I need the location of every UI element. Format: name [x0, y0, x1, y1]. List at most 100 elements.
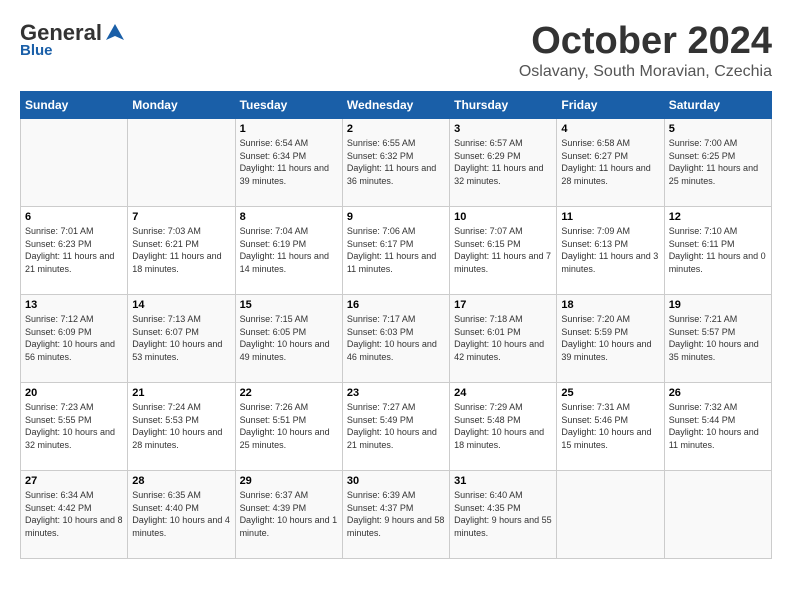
day-info: Sunrise: 7:04 AM Sunset: 6:19 PM Dayligh…: [240, 225, 338, 275]
calendar-day-30: 30Sunrise: 6:39 AM Sunset: 4:37 PM Dayli…: [342, 471, 449, 559]
logo: General Blue: [20, 20, 126, 59]
calendar-day-8: 8 Sunrise: 7:04 AM Sunset: 6:19 PM Daylig…: [235, 207, 342, 295]
weekday-header-friday: Friday: [557, 92, 664, 119]
day-number: 23: [347, 387, 445, 399]
day-info: Sunrise: 7:21 AM Sunset: 5:57 PM Dayligh…: [669, 313, 767, 363]
day-number: 18: [561, 299, 659, 311]
day-info: Sunrise: 6:35 AM Sunset: 4:40 PM Dayligh…: [132, 489, 230, 539]
calendar-day-12: 12 Sunrise: 7:10 AM Sunset: 6:11 PM Dayli…: [664, 207, 771, 295]
day-number: 9: [347, 211, 445, 223]
calendar-week-row: 6 Sunrise: 7:01 AM Sunset: 6:23 PM Daylig…: [21, 207, 772, 295]
calendar-day-22: 22 Sunrise: 7:26 AM Sunset: 5:51 PM Dayli…: [235, 383, 342, 471]
calendar-day-14: 14 Sunrise: 7:13 AM Sunset: 6:07 PM Dayli…: [128, 295, 235, 383]
logo-blue-text: Blue: [20, 42, 53, 59]
day-number: 13: [25, 299, 123, 311]
logo-bird-icon: [104, 22, 126, 44]
day-info: Sunrise: 7:23 AM Sunset: 5:55 PM Dayligh…: [25, 401, 123, 451]
calendar-week-row: 1 Sunrise: 6:54 AM Sunset: 6:34 PM Daylig…: [21, 119, 772, 207]
empty-day-cell: [557, 471, 664, 559]
day-info: Sunrise: 7:31 AM Sunset: 5:46 PM Dayligh…: [561, 401, 659, 451]
calendar-day-2: 2 Sunrise: 6:55 AM Sunset: 6:32 PM Daylig…: [342, 119, 449, 207]
calendar-day-4: 4Sunrise: 6:58 AM Sunset: 6:27 PM Daylig…: [557, 119, 664, 207]
calendar-day-28: 28 Sunrise: 6:35 AM Sunset: 4:40 PM Dayli…: [128, 471, 235, 559]
day-info: Sunrise: 6:40 AM Sunset: 4:35 PM Dayligh…: [454, 489, 552, 539]
day-number: 24: [454, 387, 552, 399]
day-number: 14: [132, 299, 230, 311]
day-info: Sunrise: 6:54 AM Sunset: 6:34 PM Dayligh…: [240, 137, 338, 187]
page-header: General Blue October 2024 Oslavany, Sout…: [20, 20, 772, 81]
day-info: Sunrise: 7:18 AM Sunset: 6:01 PM Dayligh…: [454, 313, 552, 363]
calendar-day-20: 20Sunrise: 7:23 AM Sunset: 5:55 PM Dayli…: [21, 383, 128, 471]
calendar-day-10: 10Sunrise: 7:07 AM Sunset: 6:15 PM Dayli…: [450, 207, 557, 295]
day-info: Sunrise: 7:01 AM Sunset: 6:23 PM Dayligh…: [25, 225, 123, 275]
calendar-day-31: 31 Sunrise: 6:40 AM Sunset: 4:35 PM Dayli…: [450, 471, 557, 559]
day-number: 25: [561, 387, 659, 399]
calendar-day-17: 17Sunrise: 7:18 AM Sunset: 6:01 PM Dayli…: [450, 295, 557, 383]
calendar-day-24: 24 Sunrise: 7:29 AM Sunset: 5:48 PM Dayli…: [450, 383, 557, 471]
calendar-header-row: SundayMondayTuesdayWednesdayThursdayFrid…: [21, 92, 772, 119]
day-info: Sunrise: 7:20 AM Sunset: 5:59 PM Dayligh…: [561, 313, 659, 363]
day-number: 27: [25, 475, 123, 487]
day-number: 28: [132, 475, 230, 487]
day-number: 31: [454, 475, 552, 487]
day-info: Sunrise: 7:13 AM Sunset: 6:07 PM Dayligh…: [132, 313, 230, 363]
day-info: Sunrise: 7:06 AM Sunset: 6:17 PM Dayligh…: [347, 225, 445, 275]
calendar-day-21: 21Sunrise: 7:24 AM Sunset: 5:53 PM Dayli…: [128, 383, 235, 471]
day-number: 6: [25, 211, 123, 223]
day-info: Sunrise: 7:27 AM Sunset: 5:49 PM Dayligh…: [347, 401, 445, 451]
calendar-day-7: 7 Sunrise: 7:03 AM Sunset: 6:21 PM Daylig…: [128, 207, 235, 295]
month-title: October 2024: [519, 20, 772, 63]
day-info: Sunrise: 7:29 AM Sunset: 5:48 PM Dayligh…: [454, 401, 552, 451]
calendar-day-11: 11 Sunrise: 7:09 AM Sunset: 6:13 PM Dayli…: [557, 207, 664, 295]
day-info: Sunrise: 6:58 AM Sunset: 6:27 PM Dayligh…: [561, 137, 659, 187]
empty-day-cell: [21, 119, 128, 207]
calendar-week-row: 27Sunrise: 6:34 AM Sunset: 4:42 PM Dayli…: [21, 471, 772, 559]
day-number: 19: [669, 299, 767, 311]
day-number: 8: [240, 211, 338, 223]
calendar-day-18: 18 Sunrise: 7:20 AM Sunset: 5:59 PM Dayli…: [557, 295, 664, 383]
day-number: 11: [561, 211, 659, 223]
day-number: 2: [347, 123, 445, 135]
calendar-table: SundayMondayTuesdayWednesdayThursdayFrid…: [20, 91, 772, 559]
calendar-day-3: 3Sunrise: 6:57 AM Sunset: 6:29 PM Daylig…: [450, 119, 557, 207]
location-subtitle: Oslavany, South Moravian, Czechia: [519, 63, 772, 81]
day-number: 12: [669, 211, 767, 223]
day-number: 5: [669, 123, 767, 135]
calendar-day-1: 1 Sunrise: 6:54 AM Sunset: 6:34 PM Daylig…: [235, 119, 342, 207]
calendar-week-row: 20Sunrise: 7:23 AM Sunset: 5:55 PM Dayli…: [21, 383, 772, 471]
day-info: Sunrise: 7:03 AM Sunset: 6:21 PM Dayligh…: [132, 225, 230, 275]
weekday-header-wednesday: Wednesday: [342, 92, 449, 119]
day-info: Sunrise: 7:09 AM Sunset: 6:13 PM Dayligh…: [561, 225, 659, 275]
calendar-day-29: 29Sunrise: 6:37 AM Sunset: 4:39 PM Dayli…: [235, 471, 342, 559]
empty-day-cell: [664, 471, 771, 559]
calendar-day-16: 16Sunrise: 7:17 AM Sunset: 6:03 PM Dayli…: [342, 295, 449, 383]
weekday-header-sunday: Sunday: [21, 92, 128, 119]
weekday-header-saturday: Saturday: [664, 92, 771, 119]
day-number: 21: [132, 387, 230, 399]
day-info: Sunrise: 7:17 AM Sunset: 6:03 PM Dayligh…: [347, 313, 445, 363]
weekday-header-tuesday: Tuesday: [235, 92, 342, 119]
day-info: Sunrise: 6:55 AM Sunset: 6:32 PM Dayligh…: [347, 137, 445, 187]
title-block: October 2024 Oslavany, South Moravian, C…: [519, 20, 772, 81]
day-info: Sunrise: 7:12 AM Sunset: 6:09 PM Dayligh…: [25, 313, 123, 363]
day-number: 1: [240, 123, 338, 135]
calendar-day-19: 19 Sunrise: 7:21 AM Sunset: 5:57 PM Dayli…: [664, 295, 771, 383]
calendar-day-6: 6 Sunrise: 7:01 AM Sunset: 6:23 PM Daylig…: [21, 207, 128, 295]
day-info: Sunrise: 7:10 AM Sunset: 6:11 PM Dayligh…: [669, 225, 767, 275]
day-info: Sunrise: 7:32 AM Sunset: 5:44 PM Dayligh…: [669, 401, 767, 451]
calendar-day-9: 9 Sunrise: 7:06 AM Sunset: 6:17 PM Daylig…: [342, 207, 449, 295]
calendar-day-5: 5Sunrise: 7:00 AM Sunset: 6:25 PM Daylig…: [664, 119, 771, 207]
calendar-day-15: 15Sunrise: 7:15 AM Sunset: 6:05 PM Dayli…: [235, 295, 342, 383]
day-info: Sunrise: 6:57 AM Sunset: 6:29 PM Dayligh…: [454, 137, 552, 187]
day-info: Sunrise: 6:37 AM Sunset: 4:39 PM Dayligh…: [240, 489, 338, 539]
calendar-day-27: 27Sunrise: 6:34 AM Sunset: 4:42 PM Dayli…: [21, 471, 128, 559]
day-number: 22: [240, 387, 338, 399]
empty-day-cell: [128, 119, 235, 207]
calendar-day-13: 13 Sunrise: 7:12 AM Sunset: 6:09 PM Dayli…: [21, 295, 128, 383]
day-number: 7: [132, 211, 230, 223]
day-info: Sunrise: 7:26 AM Sunset: 5:51 PM Dayligh…: [240, 401, 338, 451]
calendar-week-row: 13 Sunrise: 7:12 AM Sunset: 6:09 PM Dayli…: [21, 295, 772, 383]
day-number: 26: [669, 387, 767, 399]
weekday-header-monday: Monday: [128, 92, 235, 119]
day-info: Sunrise: 6:39 AM Sunset: 4:37 PM Dayligh…: [347, 489, 445, 539]
